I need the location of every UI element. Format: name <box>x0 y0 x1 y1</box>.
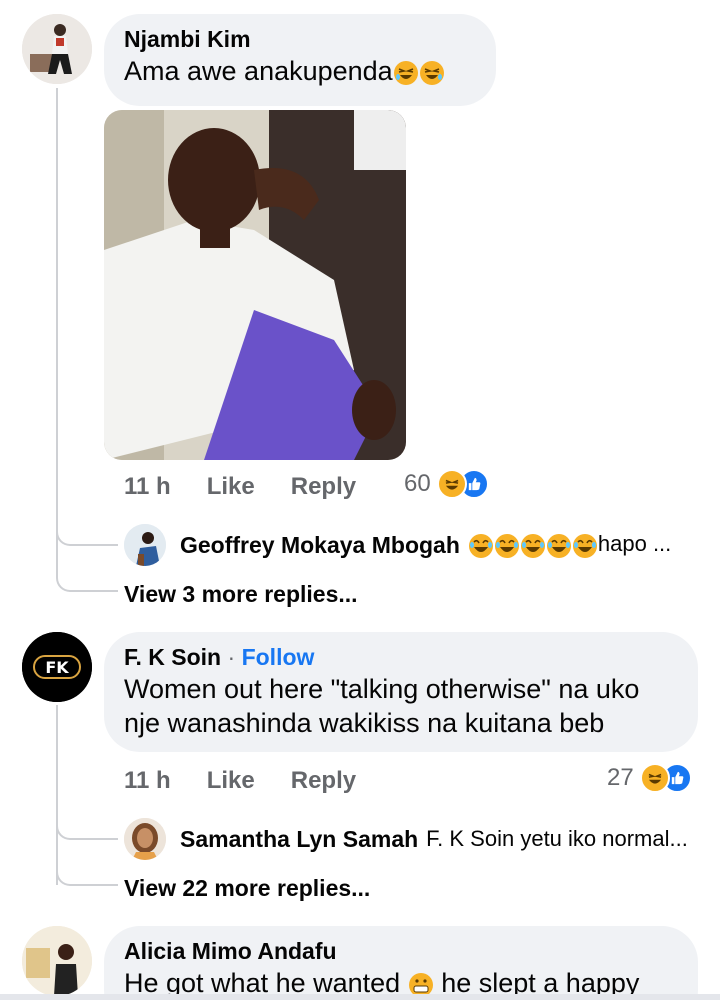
avatar-njambi-kim[interactable] <box>22 14 92 84</box>
reply-preview[interactable]: Samantha Lyn Samah F. K Soin yetu iko no… <box>166 818 688 860</box>
fk-logo-text: FK <box>45 658 69 677</box>
comment-text-body: Ama awe anakupenda <box>124 56 393 86</box>
comment-bubble: Njambi Kim Ama awe anakupenda <box>104 14 496 106</box>
comment-meta: 11 h Like Reply <box>124 473 392 501</box>
thread-elbow <box>56 790 118 840</box>
view-more-replies[interactable]: View 22 more replies... <box>124 875 370 902</box>
laughing-emoji-icon <box>494 533 519 558</box>
reply-text: F. K Soin yetu iko normal... <box>426 826 688 851</box>
comment-author[interactable]: F. K Soin <box>124 644 221 670</box>
reaction-summary[interactable]: 27 <box>607 763 692 793</box>
reaction-count: 27 <box>607 764 634 791</box>
comment-photo[interactable] <box>104 110 406 460</box>
comment-author-row: F. K Soin · Follow <box>124 642 678 672</box>
follow-separator: · <box>227 644 236 670</box>
like-button[interactable]: Like <box>207 473 255 501</box>
avatar-geoffrey-mokaya[interactable] <box>124 524 166 566</box>
comment-bubble: F. K Soin · Follow Women out here "talki… <box>104 632 698 752</box>
comment-author[interactable]: Alicia Mimo Andafu <box>124 936 678 966</box>
laughing-emoji-icon <box>546 533 571 558</box>
haha-icon <box>639 763 670 793</box>
thread-line <box>56 88 58 550</box>
comment-author[interactable]: Njambi Kim <box>124 24 476 54</box>
haha-icon <box>436 469 467 499</box>
rolling-laughing-emoji-icon <box>419 60 444 85</box>
reply-button[interactable]: Reply <box>291 473 356 501</box>
comment-time[interactable]: 11 h <box>124 767 171 795</box>
laughing-emoji-icon <box>520 533 545 558</box>
reply-author[interactable]: Samantha Lyn Samah <box>180 826 418 853</box>
reply-button[interactable]: Reply <box>291 767 356 795</box>
laughing-emoji-icon <box>468 533 493 558</box>
comment-bubble: Alicia Mimo Andafu He got what he wanted… <box>104 926 698 1000</box>
reply-text-body: hapo ... <box>597 531 672 557</box>
avatar-fk-soin[interactable]: FK <box>22 632 92 702</box>
view-more-replies[interactable]: View 3 more replies... <box>124 581 358 608</box>
follow-button[interactable]: Follow <box>242 644 315 670</box>
bottom-divider <box>0 994 720 1000</box>
avatar-alicia-mimo[interactable] <box>22 926 92 996</box>
comment-time[interactable]: 11 h <box>124 473 171 501</box>
avatar-samantha-lyn[interactable] <box>124 818 166 860</box>
laughing-emoji-icon <box>572 533 597 558</box>
comment-text: Women out here "talking otherwise" na uk… <box>124 674 640 738</box>
reaction-summary[interactable]: 60 <box>404 469 489 499</box>
comment-text: Ama awe anakupenda <box>124 54 476 88</box>
thread-elbow <box>56 500 118 546</box>
reply-author[interactable]: Geoffrey Mokaya Mbogah <box>180 532 460 559</box>
rolling-laughing-emoji-icon <box>393 60 418 85</box>
reply-text: hapo ... <box>468 531 671 558</box>
reaction-count: 60 <box>404 470 431 497</box>
thread-elbow <box>56 842 118 886</box>
thread-elbow <box>56 548 118 592</box>
comment-meta: 11 h Like Reply <box>124 767 392 795</box>
reply-preview[interactable]: Geoffrey Mokaya Mbogah hapo ... <box>166 524 671 566</box>
like-button[interactable]: Like <box>207 767 255 795</box>
